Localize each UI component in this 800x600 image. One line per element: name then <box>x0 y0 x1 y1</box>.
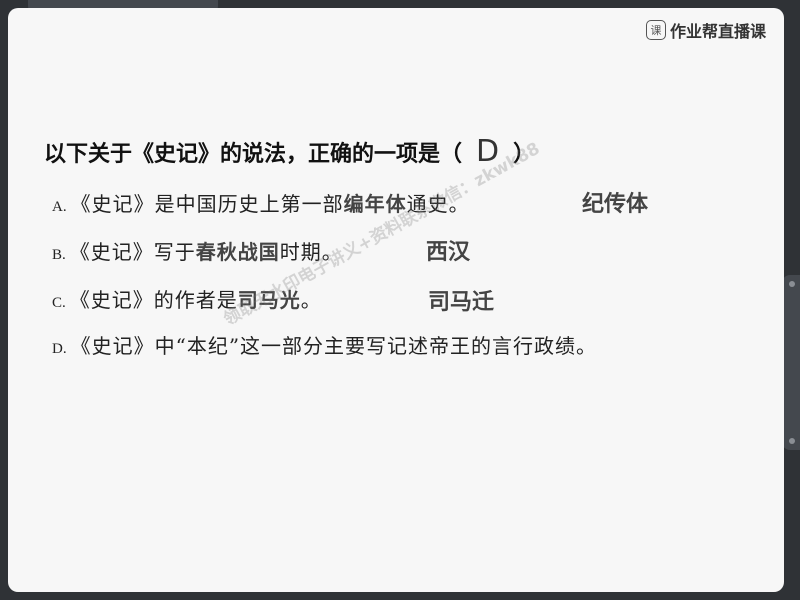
lesson-icon: 课 <box>645 20 666 40</box>
option-text: 《史记》是中国历史上第一部 <box>70 192 344 216</box>
handwritten-correction: 西汉 <box>426 240 471 265</box>
side-toolbar[interactable] <box>782 275 800 450</box>
whiteboard: 课 作业帮直播课 以下关于《史记》的说法，正确的一项是（ D ） A. 《史记》是中国… <box>8 8 784 592</box>
brand-logo: 课 作业帮直播课 <box>645 18 766 42</box>
option-letter: A. <box>52 199 67 215</box>
option-highlight: 司马光 <box>237 288 301 312</box>
option-text: 通史。 <box>406 192 470 216</box>
option-highlight: 春秋战国 <box>195 240 280 264</box>
side-dot <box>789 281 795 287</box>
question-close: ） <box>513 142 536 167</box>
app-frame: 课 作业帮直播课 以下关于《史记》的说法，正确的一项是（ D ） A. 《史记》是中国… <box>0 0 800 600</box>
question-stem: 以下关于《史记》的说法，正确的一项是（ D ） <box>44 134 535 169</box>
option-text: 《史记》的作者是 <box>69 288 238 312</box>
option-c: C. 《史记》的作者是司马光。 <box>52 284 322 313</box>
option-letter: C. <box>52 295 66 311</box>
handwritten-answer: D <box>476 134 500 169</box>
option-text: 《史记》中“本纪”这一部分主要写记述帝王的言行政绩。 <box>70 334 598 358</box>
option-d: D. 《史记》中“本纪”这一部分主要写记述帝王的言行政绩。 <box>52 330 597 359</box>
option-letter: B. <box>52 247 66 263</box>
option-b: B. 《史记》写于春秋战国时期。 <box>52 236 343 265</box>
question-text: 以下关于《史记》的说法，正确的一项是（ <box>44 142 463 167</box>
option-text: 。 <box>300 288 322 312</box>
handwritten-correction: 纪传体 <box>582 192 649 217</box>
option-text: 时期。 <box>279 240 343 264</box>
option-highlight: 编年体 <box>343 192 407 216</box>
option-a: A. 《史记》是中国历史上第一部编年体通史。 <box>52 188 470 217</box>
brand-name: 作业帮直播课 <box>669 22 766 41</box>
handwritten-correction: 司马迁 <box>428 290 495 315</box>
option-letter: D. <box>52 341 67 357</box>
option-text: 《史记》写于 <box>69 240 196 264</box>
side-dot <box>789 438 795 444</box>
